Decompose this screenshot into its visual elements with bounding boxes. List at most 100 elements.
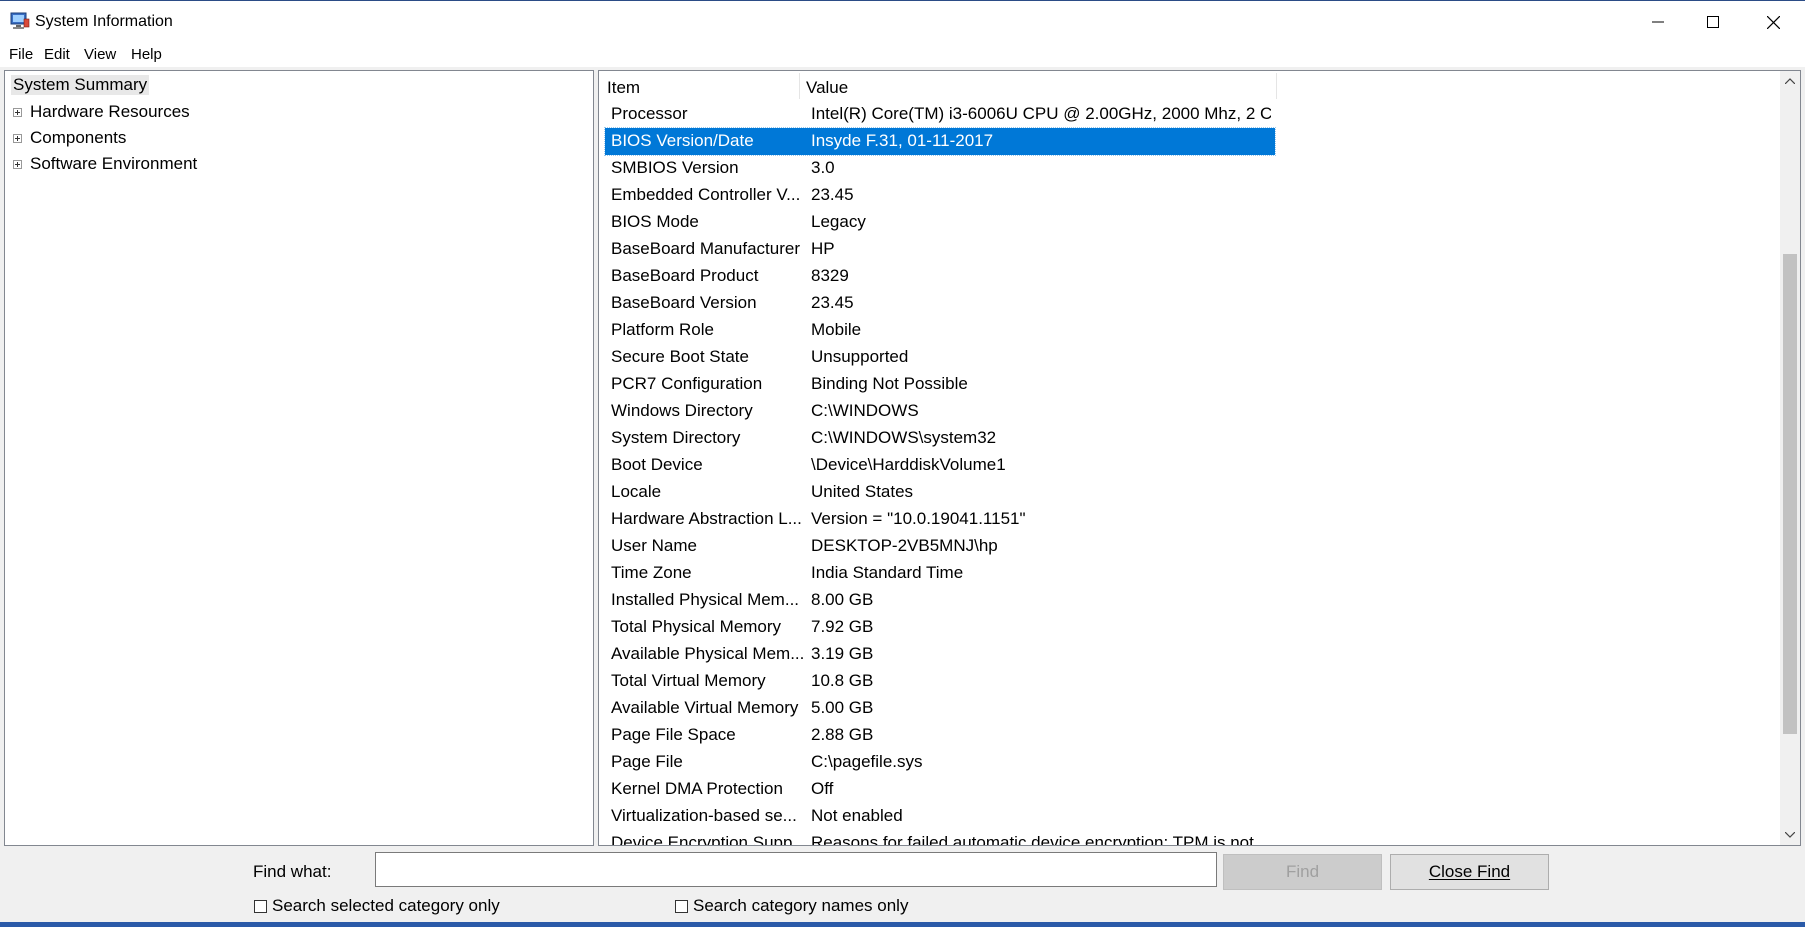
maximize-icon: [1707, 16, 1719, 28]
scroll-thumb[interactable]: [1783, 254, 1797, 734]
row-value-cell: Off: [811, 779, 834, 798]
table-row[interactable]: Virtualization-based se... Not enabled: [605, 803, 1275, 830]
search-category-names-option[interactable]: Search category names only: [675, 896, 908, 916]
table-row[interactable]: Secure Boot State Unsupported: [605, 344, 1275, 371]
table-row[interactable]: BIOS Mode Legacy: [605, 209, 1275, 236]
search-category-names-checkbox[interactable]: [675, 899, 688, 913]
minimize-button[interactable]: [1629, 1, 1687, 43]
table-row[interactable]: PCR7 Configuration Binding Not Possible: [605, 371, 1275, 398]
row-value-cell: Binding Not Possible: [811, 374, 968, 393]
table-row[interactable]: Embedded Controller V... 23.45: [605, 182, 1275, 209]
search-selected-category-label: Search selected category only: [272, 896, 500, 915]
expand-icon[interactable]: [13, 160, 22, 169]
row-value-cell: Not enabled: [811, 806, 903, 825]
row-value-cell: DESKTOP-2VB5MNJ\hp: [811, 536, 998, 555]
column-header-item[interactable]: Item: [607, 78, 640, 98]
table-row[interactable]: Page File C:\pagefile.sys: [605, 749, 1275, 776]
list-header: Item Value: [599, 71, 1779, 101]
table-row[interactable]: Total Physical Memory 7.92 GB: [605, 614, 1275, 641]
table-row[interactable]: Kernel DMA Protection Off: [605, 776, 1275, 803]
tree-item-system-summary[interactable]: System Summary: [11, 75, 150, 95]
row-item-cell: BaseBoard Product: [611, 266, 759, 285]
table-row[interactable]: SMBIOS Version 3.0: [605, 155, 1275, 182]
menu-file[interactable]: File: [9, 46, 33, 63]
table-row[interactable]: Available Virtual Memory 5.00 GB: [605, 695, 1275, 722]
column-divider[interactable]: [799, 73, 800, 99]
table-row[interactable]: Locale United States: [605, 479, 1275, 506]
row-item-cell: Available Virtual Memory: [611, 698, 799, 717]
find-what-input[interactable]: [375, 852, 1217, 887]
table-row[interactable]: System Directory C:\WINDOWS\system32: [605, 425, 1275, 452]
table-row[interactable]: Platform Role Mobile: [605, 317, 1275, 344]
table-row[interactable]: Total Virtual Memory 10.8 GB: [605, 668, 1275, 695]
table-row[interactable]: Page File Space 2.88 GB: [605, 722, 1275, 749]
tree-item-software-environment[interactable]: Software Environment: [30, 154, 197, 174]
table-row[interactable]: Installed Physical Mem... 8.00 GB: [605, 587, 1275, 614]
row-item-cell: Hardware Abstraction L...: [611, 509, 802, 528]
row-item-cell: User Name: [611, 536, 697, 555]
table-row[interactable]: Processor Intel(R) Core(TM) i3-6006U CPU …: [605, 101, 1275, 128]
tree-item-hardware-resources[interactable]: Hardware Resources: [30, 102, 190, 122]
row-value-cell: 3.0: [811, 158, 835, 177]
row-item-cell: Kernel DMA Protection: [611, 779, 783, 798]
title-bar[interactable]: System Information: [0, 1, 1805, 43]
maximize-button[interactable]: [1684, 1, 1742, 43]
window-title: System Information: [35, 13, 173, 30]
column-header-value[interactable]: Value: [806, 78, 848, 98]
row-value-cell: Mobile: [811, 320, 862, 339]
chevron-up-icon: [1785, 78, 1795, 84]
row-item-cell: PCR7 Configuration: [611, 374, 763, 393]
row-item-cell: Device Encryption Supp...: [611, 833, 804, 846]
close-button[interactable]: [1744, 1, 1802, 43]
row-item-cell: BIOS Version/Date: [611, 131, 754, 150]
desktop-background-strip: [0, 922, 1805, 927]
row-item-cell: Processor: [611, 104, 688, 123]
row-value-cell: Legacy: [811, 212, 866, 231]
row-value-cell: C:\pagefile.sys: [811, 752, 923, 771]
tree-item-components[interactable]: Components: [30, 128, 126, 148]
details-list[interactable]: Item Value Processor Intel(R) Core(TM) i3…: [598, 70, 1801, 846]
menu-help[interactable]: Help: [131, 46, 162, 63]
find-what-label: Find what:: [253, 862, 332, 881]
row-value-cell: Reasons for failed automatic device encr…: [811, 833, 1269, 846]
search-selected-category-checkbox[interactable]: [254, 899, 267, 913]
table-row[interactable]: Hardware Abstraction L... Version = "10.0…: [605, 506, 1275, 533]
close-find-button[interactable]: Close Find: [1390, 854, 1549, 890]
table-row[interactable]: Boot Device \Device\HarddiskVolume1: [605, 452, 1275, 479]
table-row[interactable]: Windows Directory C:\WINDOWS: [605, 398, 1275, 425]
row-item-cell: Total Virtual Memory: [611, 671, 766, 690]
row-value-cell: United States: [811, 482, 914, 501]
menu-bar: File Edit View Help: [0, 43, 1805, 67]
menu-view[interactable]: View: [84, 46, 116, 63]
row-item-cell: Time Zone: [611, 563, 692, 582]
table-row[interactable]: Time Zone India Standard Time: [605, 560, 1275, 587]
menu-edit[interactable]: Edit: [44, 46, 70, 63]
table-row[interactable]: BaseBoard Manufacturer HP: [605, 236, 1275, 263]
expand-icon[interactable]: [13, 108, 22, 117]
category-tree[interactable]: System Summary Hardware Resources Compon…: [4, 70, 594, 846]
row-item-cell: Page File: [611, 752, 683, 771]
table-row[interactable]: Available Physical Mem... 3.19 GB: [605, 641, 1275, 668]
table-row[interactable]: BIOS Version/Date Insyde F.31, 01-11-2017: [604, 127, 1276, 156]
row-item-cell: BaseBoard Manufacturer: [611, 239, 800, 258]
row-item-cell: Boot Device: [611, 455, 703, 474]
vertical-scrollbar[interactable]: [1780, 71, 1800, 845]
table-row[interactable]: BaseBoard Product 8329: [605, 263, 1275, 290]
system-information-window: System Information File Edit View Help S…: [0, 0, 1805, 922]
row-item-cell: Windows Directory: [611, 401, 753, 420]
search-selected-category-option[interactable]: Search selected category only: [254, 896, 500, 916]
row-value-cell: Intel(R) Core(TM) i3-6006U CPU @ 2.00GHz…: [811, 104, 1271, 123]
table-row[interactable]: BaseBoard Version 23.45: [605, 290, 1275, 317]
row-value-cell: 23.45: [811, 185, 854, 204]
scroll-up-button[interactable]: [1780, 71, 1800, 91]
row-item-cell: BaseBoard Version: [611, 293, 757, 312]
system-information-icon: [10, 12, 30, 29]
close-icon: [1766, 15, 1780, 29]
table-row[interactable]: User Name DESKTOP-2VB5MNJ\hp: [605, 533, 1275, 560]
column-divider[interactable]: [1276, 73, 1277, 99]
scroll-down-button[interactable]: [1780, 825, 1800, 845]
table-row[interactable]: Device Encryption Supp... Reasons for fai…: [605, 830, 1275, 846]
row-item-cell: SMBIOS Version: [611, 158, 739, 177]
find-button[interactable]: Find: [1223, 854, 1382, 890]
expand-icon[interactable]: [13, 134, 22, 143]
